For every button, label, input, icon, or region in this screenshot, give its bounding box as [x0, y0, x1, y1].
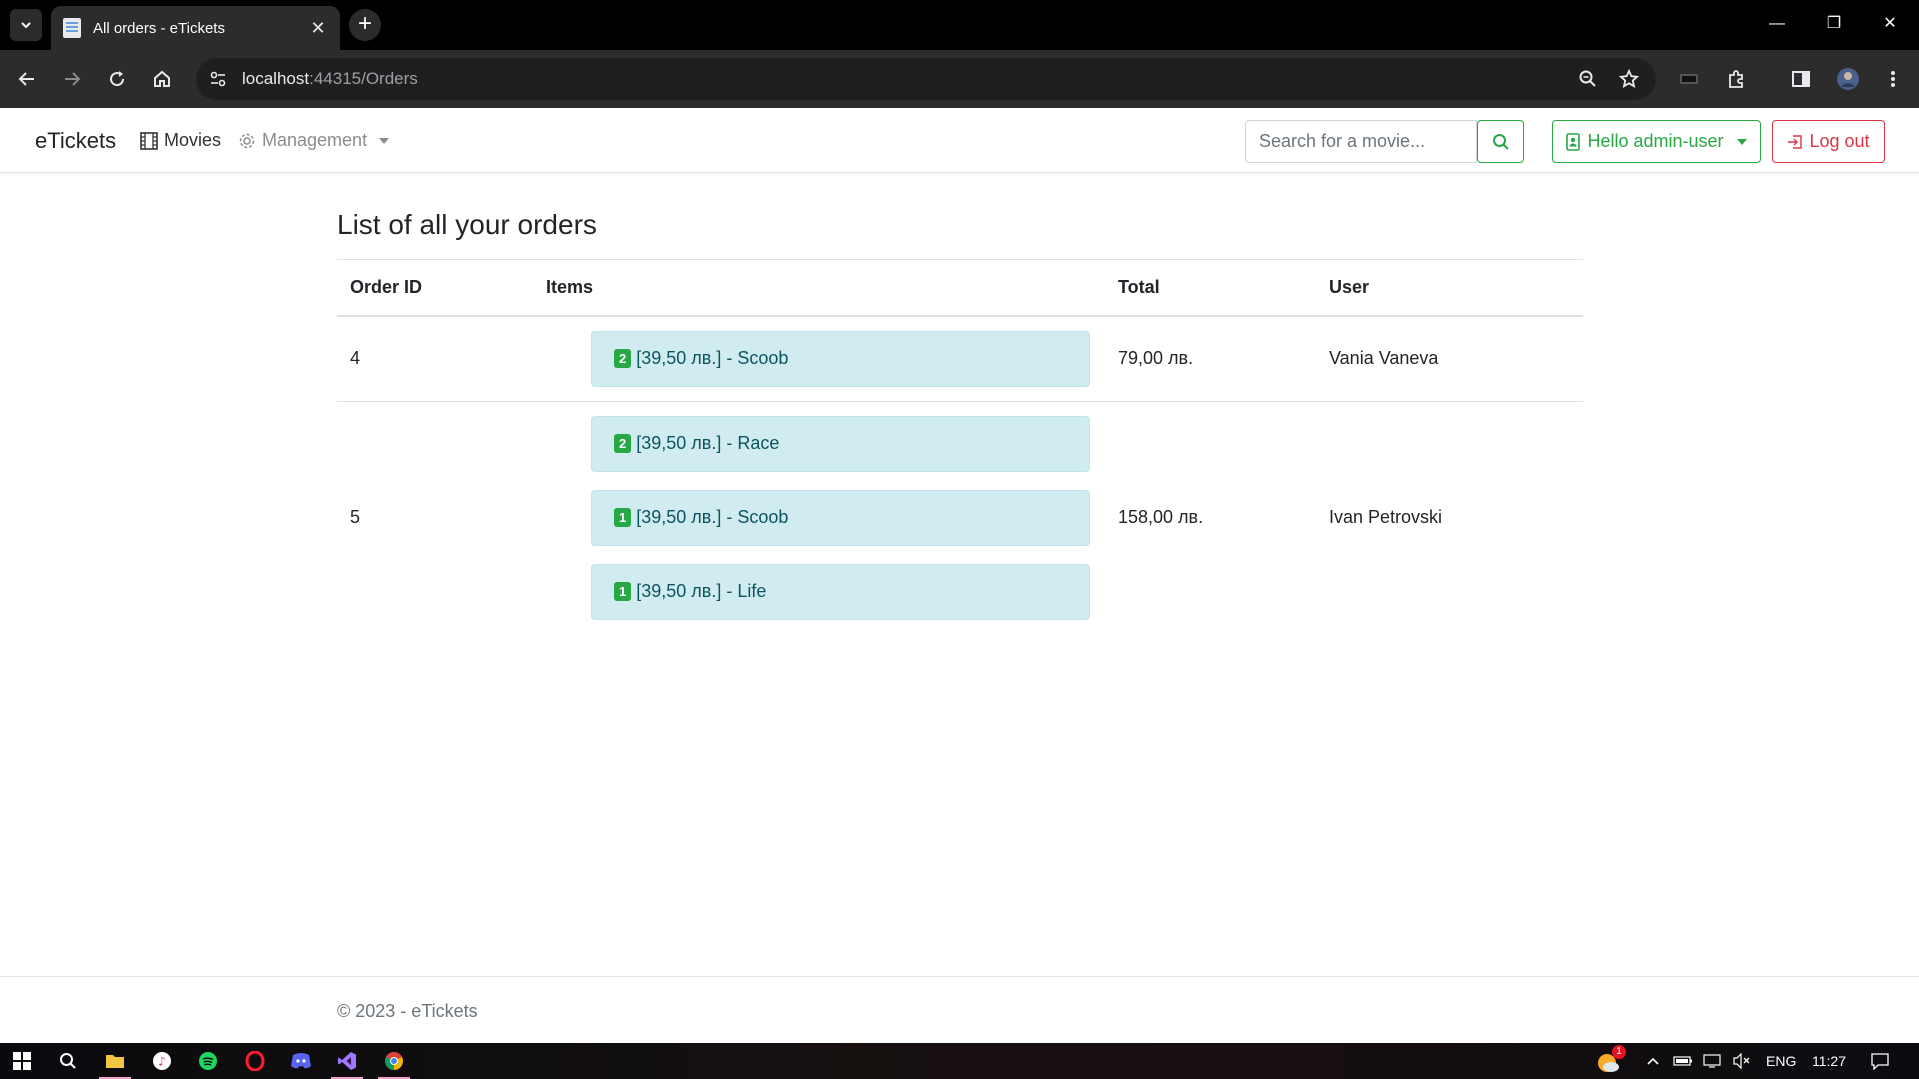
order-item-text: [39,50 лв.] - Life [636, 581, 767, 601]
brand-link[interactable]: eTickets [35, 128, 116, 154]
home-icon[interactable] [146, 63, 178, 95]
spotify-icon[interactable] [188, 1046, 228, 1076]
user-dropdown-button[interactable]: Hello admin-user [1552, 120, 1761, 163]
minimize-icon[interactable]: — [1757, 10, 1797, 38]
site-navbar: eTickets Movies Management Hello admin-u… [0, 108, 1919, 173]
bookmark-star-icon[interactable] [1613, 63, 1645, 95]
order-item: 1 [39,50 лв.] - Life [591, 563, 1090, 620]
input-language[interactable]: ENG [1766, 1053, 1796, 1069]
order-items-list: 2 [39,50 лв.] - Race 1 [39,50 лв.] - Sco… [546, 415, 1092, 620]
page-title: List of all your orders [337, 209, 597, 240]
caret-down-icon [379, 137, 390, 144]
header-items: Items [533, 259, 1105, 317]
order-item-text: [39,50 лв.] - Scoob [636, 348, 789, 368]
tab-title: All orders - eTickets [93, 19, 225, 37]
opera-icon[interactable] [235, 1046, 275, 1076]
tab-search-button[interactable] [10, 9, 42, 41]
film-icon [140, 131, 158, 150]
total-cell: 158,00 лв. [1105, 400, 1316, 634]
nav-movies-label: Movies [164, 130, 222, 150]
items-cell: 2 [39,50 лв.] - Race 1 [39,50 лв.] - Sco… [533, 400, 1105, 634]
total-cell: 79,00 лв. [1118, 348, 1194, 368]
order-item-text: [39,50 лв.] - Scoob [636, 507, 789, 527]
quantity-badge: 2 [614, 434, 632, 453]
restore-icon[interactable]: ❐ [1814, 10, 1854, 38]
action-center-icon[interactable] [1860, 1046, 1900, 1076]
table-row: 5 2 [39,50 лв.] - Race 1 [39,50 лв.] - S… [337, 400, 1583, 634]
logout-label: Log out [1809, 131, 1870, 151]
table-header-row: Order ID Items Total User [337, 259, 1583, 317]
cast-icon[interactable] [1673, 63, 1705, 95]
order-item: 2 [39,50 лв.] - Race [591, 415, 1090, 472]
order-item: 2 [39,50 лв.] - Scoob [591, 330, 1090, 387]
clock-time[interactable]: 11:27 [1812, 1053, 1846, 1069]
nav-management-label: Management [262, 130, 368, 150]
site-info-icon[interactable] [202, 63, 234, 95]
url-host: localhost [242, 69, 310, 88]
notification-count-badge: 1 [1612, 1045, 1626, 1059]
order-items-list: 2 [39,50 лв.] - Scoob [546, 330, 1092, 387]
nav-movies-link[interactable]: Movies [140, 130, 221, 151]
logout-button[interactable]: Log out [1772, 120, 1885, 163]
itunes-icon[interactable]: ♪ [142, 1046, 182, 1076]
orders-table: Order ID Items Total User 4 2 [39,50 лв.… [337, 259, 1583, 634]
reload-icon[interactable] [101, 63, 133, 95]
search-button[interactable] [1477, 120, 1524, 163]
forward-icon[interactable] [56, 63, 88, 95]
window-close-icon[interactable]: ✕ [1870, 10, 1910, 38]
table-row: 4 2 [39,50 лв.] - Scoob 79,00 лв. Vania … [337, 316, 1583, 402]
user-badge-icon [1566, 132, 1581, 151]
footer-copyright: © 2023 - eTickets [337, 1001, 478, 1021]
address-bar[interactable]: localhost:44315/Orders [196, 58, 1656, 100]
back-icon[interactable] [11, 63, 43, 95]
order-id-cell: 4 [350, 348, 361, 368]
browser-menu-icon[interactable] [1877, 63, 1909, 95]
quantity-badge: 2 [614, 349, 632, 368]
search-icon [1492, 133, 1509, 150]
order-item-text: [39,50 лв.] - Race [636, 433, 780, 453]
site-footer: © 2023 - eTickets [0, 976, 1919, 1043]
taskbar-search-icon[interactable] [48, 1046, 88, 1076]
caret-down-icon [1736, 138, 1747, 145]
os-taskbar: ♪ 1 ENG 11:27 [0, 1043, 1919, 1079]
weather-icon[interactable]: 1 [1588, 1045, 1628, 1076]
order-item: 1 [39,50 лв.] - Scoob [591, 489, 1090, 546]
gear-icon [239, 133, 255, 148]
logout-icon [1788, 134, 1803, 149]
chrome-icon[interactable] [374, 1046, 414, 1079]
url-path: :44315/Orders [309, 69, 418, 88]
movie-search-input[interactable] [1245, 120, 1477, 163]
page-favicon-icon [63, 18, 81, 38]
zoom-icon[interactable] [1572, 63, 1604, 95]
header-total: Total [1105, 259, 1316, 317]
volume-muted-icon[interactable] [1722, 1046, 1762, 1076]
user-cell: Vania Vaneva [1329, 348, 1439, 368]
quantity-badge: 1 [614, 508, 632, 527]
svg-text:♪: ♪ [158, 1055, 166, 1069]
tab-close-icon[interactable]: ✕ [308, 18, 328, 39]
visual-studio-icon[interactable] [327, 1046, 367, 1079]
browser-tab[interactable]: All orders - eTickets ✕ [51, 6, 340, 50]
browser-toolbar: localhost:44315/Orders [0, 50, 1919, 108]
url-text: localhost:44315/Orders [242, 69, 418, 89]
new-tab-button[interactable]: + [349, 9, 381, 41]
header-order-id: Order ID [337, 259, 533, 317]
items-cell: 2 [39,50 лв.] - Scoob [533, 316, 1105, 402]
user-cell: Ivan Petrovski [1316, 400, 1583, 634]
nav-management-dropdown[interactable]: Management [238, 130, 390, 151]
extensions-icon[interactable] [1720, 63, 1752, 95]
header-user: User [1316, 259, 1583, 317]
chevron-down-icon [21, 22, 31, 29]
quantity-badge: 1 [614, 582, 632, 601]
discord-icon[interactable] [281, 1046, 321, 1076]
user-greeting: Hello admin-user [1587, 131, 1724, 151]
windows-start-icon[interactable] [2, 1046, 42, 1076]
profile-avatar-icon[interactable] [1832, 63, 1864, 95]
browser-tab-bar: All orders - eTickets ✕ + — ❐ ✕ [0, 0, 1919, 50]
side-panel-icon[interactable] [1785, 63, 1817, 95]
file-explorer-icon[interactable] [95, 1046, 135, 1079]
order-id-cell: 5 [337, 400, 533, 634]
